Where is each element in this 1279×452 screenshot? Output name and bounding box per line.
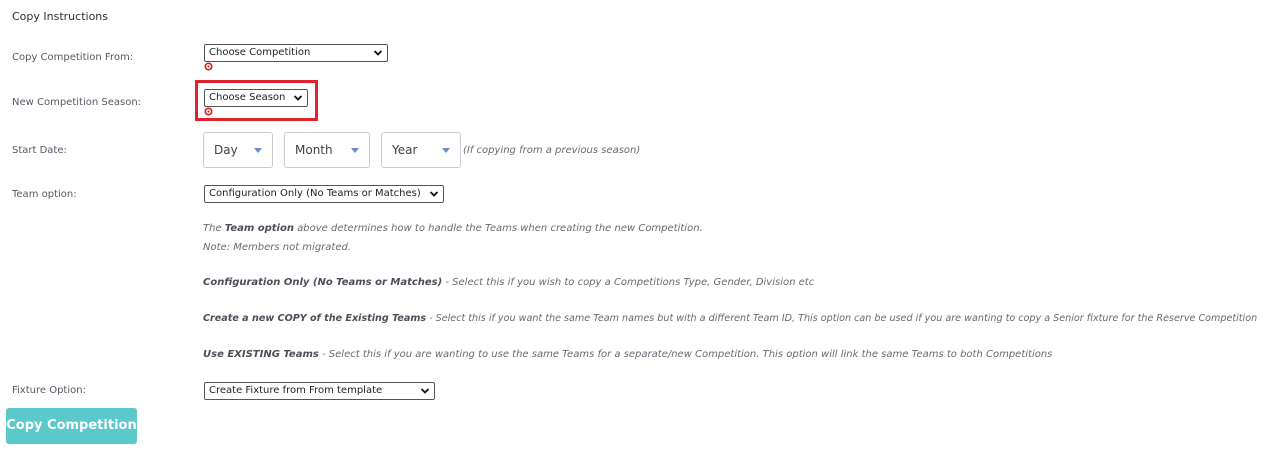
section-title: Copy Instructions <box>12 10 109 23</box>
option-copy-teams-desc: Create a new COPY of the Existing Teams … <box>203 313 1257 324</box>
competition-select-value: Choose Competition <box>209 47 311 58</box>
option-copy-teams-text: - Select this if you want the same Team … <box>426 313 1258 324</box>
month-dropdown-value: Month <box>295 143 333 157</box>
chevron-down-icon <box>293 95 303 101</box>
start-date-hint: (If copying from a previous season) <box>463 145 641 156</box>
copy-competition-button[interactable]: Copy Competition <box>6 408 137 444</box>
info-suffix: above determines how to handle the Teams… <box>293 223 703 234</box>
caret-down-icon <box>254 148 262 153</box>
new-season-label: New Competition Season: <box>12 97 142 108</box>
season-select-value: Choose Season <box>209 92 286 103</box>
team-option-info: The Team option above determines how to … <box>203 223 703 234</box>
info-team-option-bold: Team option <box>224 223 294 234</box>
required-icon <box>204 107 213 116</box>
option-config-only-desc: Configuration Only (No Teams or Matches)… <box>203 277 814 288</box>
start-date-label: Start Date: <box>12 145 67 156</box>
season-select[interactable]: Choose Season <box>204 89 308 107</box>
chevron-down-icon <box>373 50 383 56</box>
required-icon <box>204 62 213 71</box>
year-dropdown[interactable]: Year <box>381 132 461 168</box>
option-existing-teams-desc: Use EXISTING Teams - Select this if you … <box>203 349 1052 360</box>
info-prefix: The <box>203 223 225 234</box>
month-dropdown[interactable]: Month <box>284 132 370 168</box>
option-existing-teams-title: Use EXISTING Teams <box>203 349 319 360</box>
option-copy-teams-title: Create a new COPY of the Existing Teams <box>203 313 427 324</box>
option-config-only-title: Configuration Only (No Teams or Matches) <box>203 277 443 288</box>
team-option-label: Team option: <box>12 189 77 200</box>
copy-from-label: Copy Competition From: <box>12 52 134 63</box>
fixture-option-select-value: Create Fixture from From template <box>209 385 383 396</box>
option-config-only-text: - Select this if you wish to copy a Comp… <box>442 277 815 288</box>
day-dropdown[interactable]: Day <box>203 132 273 168</box>
fixture-option-label: Fixture Option: <box>12 385 86 396</box>
caret-down-icon <box>442 148 450 153</box>
year-dropdown-value: Year <box>392 143 418 157</box>
team-option-select-value: Configuration Only (No Teams or Matches) <box>209 188 421 199</box>
chevron-down-icon <box>429 191 439 197</box>
caret-down-icon <box>351 148 359 153</box>
chevron-down-icon <box>420 388 430 394</box>
competition-select[interactable]: Choose Competition <box>204 44 388 62</box>
fixture-option-select[interactable]: Create Fixture from From template <box>204 382 435 400</box>
members-note: Note: Members not migrated. <box>203 242 352 253</box>
option-existing-teams-text: - Select this if you are wanting to use … <box>318 349 1053 360</box>
day-dropdown-value: Day <box>214 143 238 157</box>
team-option-select[interactable]: Configuration Only (No Teams or Matches) <box>204 185 444 203</box>
